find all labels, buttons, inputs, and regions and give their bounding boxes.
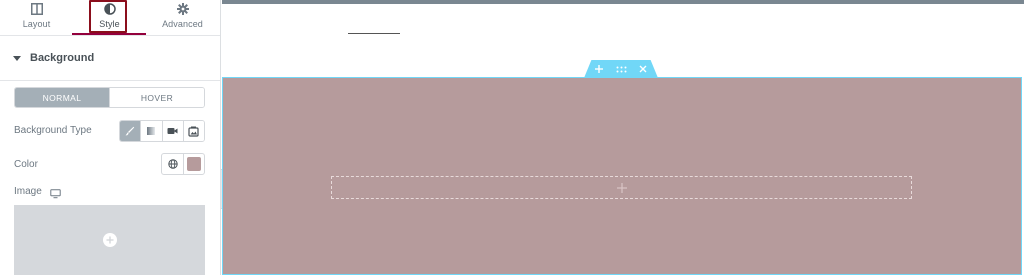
active-tab-indicator <box>72 33 146 35</box>
color-control <box>161 153 205 175</box>
gradient-icon[interactable] <box>140 121 162 141</box>
video-icon[interactable] <box>161 121 183 141</box>
divider-widget[interactable] <box>348 33 400 34</box>
preview-canvas <box>222 0 1024 275</box>
image-label: Image <box>14 186 42 197</box>
empty-column-dropzone[interactable] <box>331 176 912 199</box>
background-type-label: Background Type <box>14 125 92 136</box>
slideshow-icon[interactable] <box>182 121 204 141</box>
state-normal-button[interactable]: NORMAL <box>15 88 109 107</box>
add-widget-icon <box>616 182 627 193</box>
half-circle-icon <box>103 2 117 16</box>
drag-handle-icon[interactable] <box>615 63 627 75</box>
editor-app: Layout Style Advanced Background NORMAL … <box>0 0 1024 275</box>
state-toggle: NORMAL HOVER <box>14 87 205 108</box>
tab-style[interactable]: Style <box>73 0 146 36</box>
top-section-bar <box>222 0 1024 4</box>
color-swatch-button[interactable] <box>184 154 204 174</box>
section-header-background[interactable]: Background <box>0 36 220 81</box>
classic-brush-icon[interactable] <box>120 121 141 141</box>
plus-circle-icon <box>102 233 117 247</box>
panel-tabs: Layout Style Advanced <box>0 0 220 36</box>
color-swatch <box>187 157 201 171</box>
color-label: Color <box>14 159 38 170</box>
gear-icon <box>176 2 190 16</box>
section-title: Background <box>30 52 95 64</box>
tab-advanced[interactable]: Advanced <box>146 0 219 36</box>
delete-section-icon[interactable] <box>637 63 649 75</box>
state-hover-button[interactable]: HOVER <box>109 88 204 107</box>
section-handle <box>584 60 658 78</box>
image-upload-area[interactable] <box>14 205 205 275</box>
tab-label: Layout <box>22 19 51 29</box>
tab-layout[interactable]: Layout <box>0 0 73 36</box>
desktop-icon[interactable] <box>50 186 61 204</box>
add-section-icon[interactable] <box>593 63 605 75</box>
caret-down-icon <box>13 55 21 61</box>
columns-icon <box>30 2 44 16</box>
tab-label: Advanced <box>162 19 203 29</box>
background-type-selector <box>119 120 205 142</box>
tab-label: Style <box>99 19 120 29</box>
globe-icon[interactable] <box>162 154 184 174</box>
